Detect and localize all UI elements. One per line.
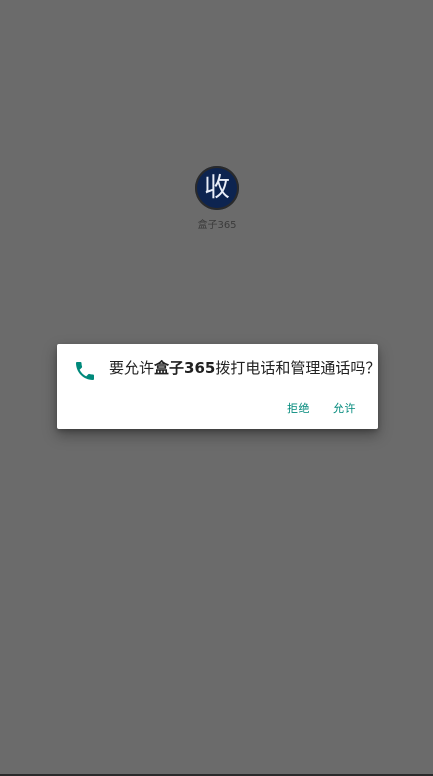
permission-dialog: 要允许盒子365拨打电话和管理通话吗？ 拒绝 允许 <box>57 344 380 429</box>
app-name-label: 盒子365 <box>197 220 237 231</box>
dialog-message: 要允许盒子365拨打电话和管理通话吗？ <box>109 357 380 379</box>
message-prefix: 要允许 <box>109 359 155 377</box>
phone-icon <box>76 362 94 380</box>
app-icon: 收 <box>195 166 239 210</box>
message-app-name: 盒子365 <box>154 359 216 377</box>
app-icon-glyph: 收 <box>203 173 230 203</box>
message-suffix: 拨打电话和管理通话吗？ <box>215 359 381 377</box>
deny-button[interactable]: 拒绝 <box>281 396 316 420</box>
allow-button[interactable]: 允许 <box>327 396 362 420</box>
